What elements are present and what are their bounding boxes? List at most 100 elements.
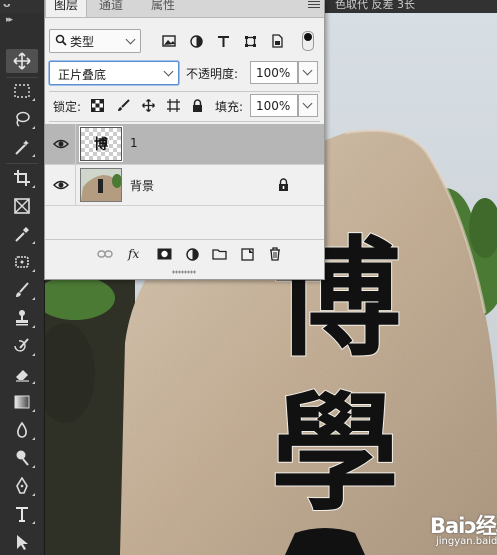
search-icon xyxy=(55,34,67,46)
gradient-icon xyxy=(14,395,30,409)
lock-transparent-pixels-icon[interactable] xyxy=(90,98,104,112)
chevron-down-icon xyxy=(125,34,136,45)
frame-tool[interactable] xyxy=(6,194,38,218)
opacity-value: 100% xyxy=(256,66,291,80)
filter-kind-label: 类型 xyxy=(70,34,95,49)
fx-icon[interactable]: fx xyxy=(127,247,143,261)
layer-name[interactable]: 背景 xyxy=(130,177,154,194)
lock-label: 锁定: xyxy=(53,100,82,114)
healing-tool[interactable] xyxy=(6,250,38,274)
lock-artboard-icon[interactable] xyxy=(166,98,180,112)
panel-menu-icon[interactable] xyxy=(308,0,320,10)
type-icon xyxy=(16,507,28,522)
blur-tool[interactable] xyxy=(6,418,38,442)
tools-panel: ▸▸ xyxy=(0,13,45,555)
tab-layers[interactable]: 图层 xyxy=(45,0,88,17)
dodge-icon xyxy=(16,450,29,466)
layer-filter-row: 类型 xyxy=(45,29,324,55)
panel-resize-grip[interactable] xyxy=(172,270,196,274)
eraser-icon xyxy=(16,370,29,382)
layers-panel: 图层 通道 属性 类型 正片叠底 不透明度: 100% 锁定: 填充: 100%… xyxy=(44,0,325,280)
thumbnail-glyph: 博 xyxy=(94,137,108,153)
magic-wand-tool[interactable] xyxy=(6,135,38,159)
new-adjustment-layer-icon[interactable] xyxy=(184,247,200,261)
eye-icon[interactable] xyxy=(53,137,69,151)
collapse-arrows-icon[interactable]: ▸▸ xyxy=(6,15,13,25)
svg-text:fx: fx xyxy=(127,247,139,261)
link-layers-icon[interactable] xyxy=(97,247,113,261)
opacity-label: 不透明度: xyxy=(186,67,239,81)
type-filter-icon[interactable] xyxy=(215,34,231,48)
lock-all-icon[interactable] xyxy=(190,98,204,112)
lock-icon xyxy=(279,178,288,191)
layers-bottom-bar: fx xyxy=(45,239,324,268)
gradient-tool[interactable] xyxy=(6,390,38,414)
marquee-tool[interactable] xyxy=(6,79,38,103)
layer-row[interactable]: 背景 xyxy=(45,165,324,206)
eyedropper-tool[interactable] xyxy=(6,222,38,246)
blend-mode-select[interactable]: 正片叠底 xyxy=(49,61,179,85)
brush-tool[interactable] xyxy=(6,278,38,302)
smart-object-filter-icon[interactable] xyxy=(269,34,285,48)
crop-icon xyxy=(14,170,30,186)
opacity-input[interactable]: 100% xyxy=(250,61,298,84)
layer-thumbnail: 博 xyxy=(79,126,123,162)
layers-list: 博 1 背景 xyxy=(45,124,324,236)
history-brush-icon xyxy=(14,338,29,352)
pen-icon xyxy=(16,477,28,494)
lasso-icon xyxy=(16,111,30,127)
eyedropper-icon xyxy=(15,227,29,242)
image-filter-icon[interactable] xyxy=(161,34,177,48)
path-select-tool[interactable] xyxy=(6,530,38,554)
baidu-watermark: Baiↄ经验 jingyan.baidu.com xyxy=(430,510,497,550)
chevron-down-icon xyxy=(302,65,313,76)
pen-tool[interactable] xyxy=(6,474,38,498)
app-glyph: ᴗ xyxy=(3,0,11,10)
move-icon xyxy=(13,52,31,70)
chevron-down-icon xyxy=(302,98,313,109)
blend-mode-value: 正片叠底 xyxy=(58,68,107,82)
brush-icon xyxy=(16,282,29,297)
layer-name[interactable]: 1 xyxy=(130,136,138,150)
crop-tool[interactable] xyxy=(6,166,38,190)
healing-icon xyxy=(15,256,29,268)
calligraphy-char-2: 學 xyxy=(271,379,399,529)
filter-toggle-switch[interactable] xyxy=(302,31,314,51)
dodge-tool[interactable] xyxy=(6,446,38,470)
type-tool[interactable] xyxy=(6,502,38,526)
panel-tab-bar: 图层 通道 属性 xyxy=(45,0,324,18)
move-tool[interactable] xyxy=(6,49,38,73)
adjustment-filter-icon[interactable] xyxy=(188,34,204,48)
lasso-tool[interactable] xyxy=(6,107,38,131)
magic-wand-icon xyxy=(15,140,29,155)
blur-icon xyxy=(17,421,27,438)
tab-properties[interactable]: 属性 xyxy=(143,0,183,17)
lock-image-pixels-icon[interactable] xyxy=(116,98,130,112)
fill-value: 100% xyxy=(256,99,291,113)
shape-filter-icon[interactable] xyxy=(242,34,258,48)
add-mask-icon[interactable] xyxy=(156,247,172,261)
fill-dropdown-button[interactable] xyxy=(298,94,318,117)
filter-kind-select[interactable]: 类型 xyxy=(49,29,141,53)
layer-thumbnail xyxy=(80,168,122,202)
stamp-icon xyxy=(16,310,28,326)
eraser-tool[interactable] xyxy=(6,362,38,386)
blend-opacity-row: 正片叠底 不透明度: 100% xyxy=(45,61,324,87)
history-brush-tool[interactable] xyxy=(6,334,38,358)
stamp-tool[interactable] xyxy=(6,306,38,330)
layer-row[interactable]: 博 1 xyxy=(45,124,324,165)
tab-channels[interactable]: 通道 xyxy=(91,0,131,17)
delete-layer-icon[interactable] xyxy=(267,247,283,261)
path-select-icon xyxy=(17,535,28,550)
options-bar-text: 色取代 反差 3长 xyxy=(335,0,415,11)
lock-position-icon[interactable] xyxy=(141,98,155,112)
new-group-icon[interactable] xyxy=(211,247,227,261)
watermark-url: jingyan.baidu.com xyxy=(436,536,497,547)
new-layer-icon[interactable] xyxy=(239,247,255,261)
opacity-dropdown-button[interactable] xyxy=(298,61,318,84)
chevron-down-icon xyxy=(163,66,174,77)
lock-fill-row: 锁定: 填充: 100% xyxy=(45,94,324,117)
fill-input[interactable]: 100% xyxy=(250,94,298,117)
eye-icon[interactable] xyxy=(53,178,69,192)
fill-label: 填充: xyxy=(215,100,244,114)
